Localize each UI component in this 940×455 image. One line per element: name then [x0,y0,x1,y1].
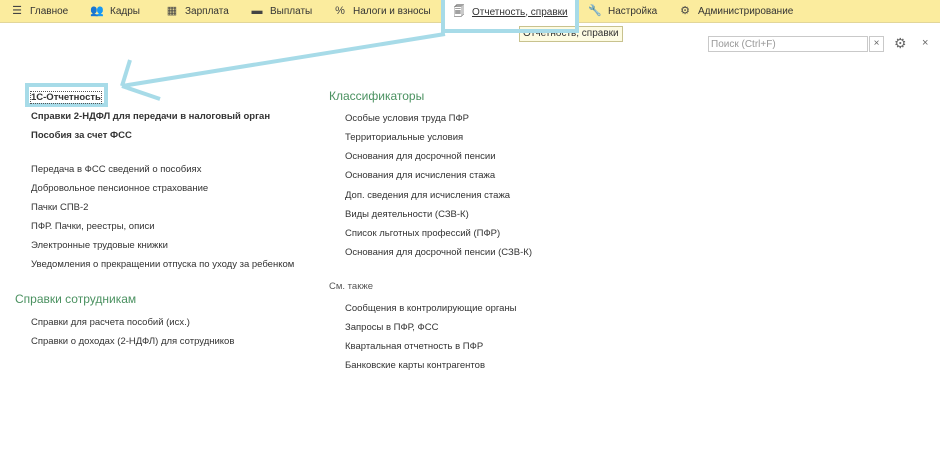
list-item[interactable]: Уведомления о прекращении отпуска по ухо… [31,259,294,270]
list-item[interactable]: Сообщения в контролирующие органы [345,303,517,314]
list-item[interactable]: Квартальная отчетность в ПФР [345,341,483,352]
section-title-classifiers: Классификаторы [329,89,425,103]
link-1c-reporting[interactable]: 1С-Отчетность [30,91,102,104]
list-item[interactable]: Электронные трудовые книжки [31,240,168,251]
list-item[interactable]: Справки о доходах (2-НДФЛ) для сотрудник… [31,336,234,347]
list-item[interactable]: Список льготных профессий (ПФР) [345,228,500,239]
see-also-label: См. также [329,281,373,292]
list-item[interactable]: Основания для досрочной пенсии [345,151,496,162]
list-item[interactable]: Доп. сведения для исчисления стажа [345,190,510,201]
settings-gear-icon[interactable]: ⚙ [894,35,907,52]
list-item[interactable]: Передача в ФСС сведений о пособиях [31,164,201,175]
search-clear-button[interactable]: × [869,36,884,52]
list-item[interactable]: Основания для досрочной пенсии (СЗВ-К) [345,247,532,258]
list-item[interactable]: Банковские карты контрагентов [345,360,485,371]
list-item[interactable]: Основания для исчисления стажа [345,170,495,181]
section-title-employee-certificates: Справки сотрудникам [15,292,137,306]
list-item[interactable]: Добровольное пенсионное страхование [31,183,208,194]
list-item[interactable]: Пачки СПВ-2 [31,202,88,213]
list-item[interactable]: Запросы в ПФР, ФСС [345,322,438,333]
list-item[interactable]: Особые условия труда ПФР [345,113,469,124]
list-item[interactable]: ПФР. Пачки, реестры, описи [31,221,155,232]
link-2ndfl-tax[interactable]: Справки 2-НДФЛ для передачи в налоговый … [31,111,270,122]
link-fss-benefits[interactable]: Пособия за счет ФСС [31,130,132,141]
list-item[interactable]: Справки для расчета пособий (исх.) [31,317,190,328]
list-item[interactable]: Территориальные условия [345,132,463,143]
search-input[interactable]: Поиск (Ctrl+F) [708,36,868,52]
close-button[interactable]: × [922,37,928,49]
list-item[interactable]: Виды деятельности (СЗВ-К) [345,209,469,220]
